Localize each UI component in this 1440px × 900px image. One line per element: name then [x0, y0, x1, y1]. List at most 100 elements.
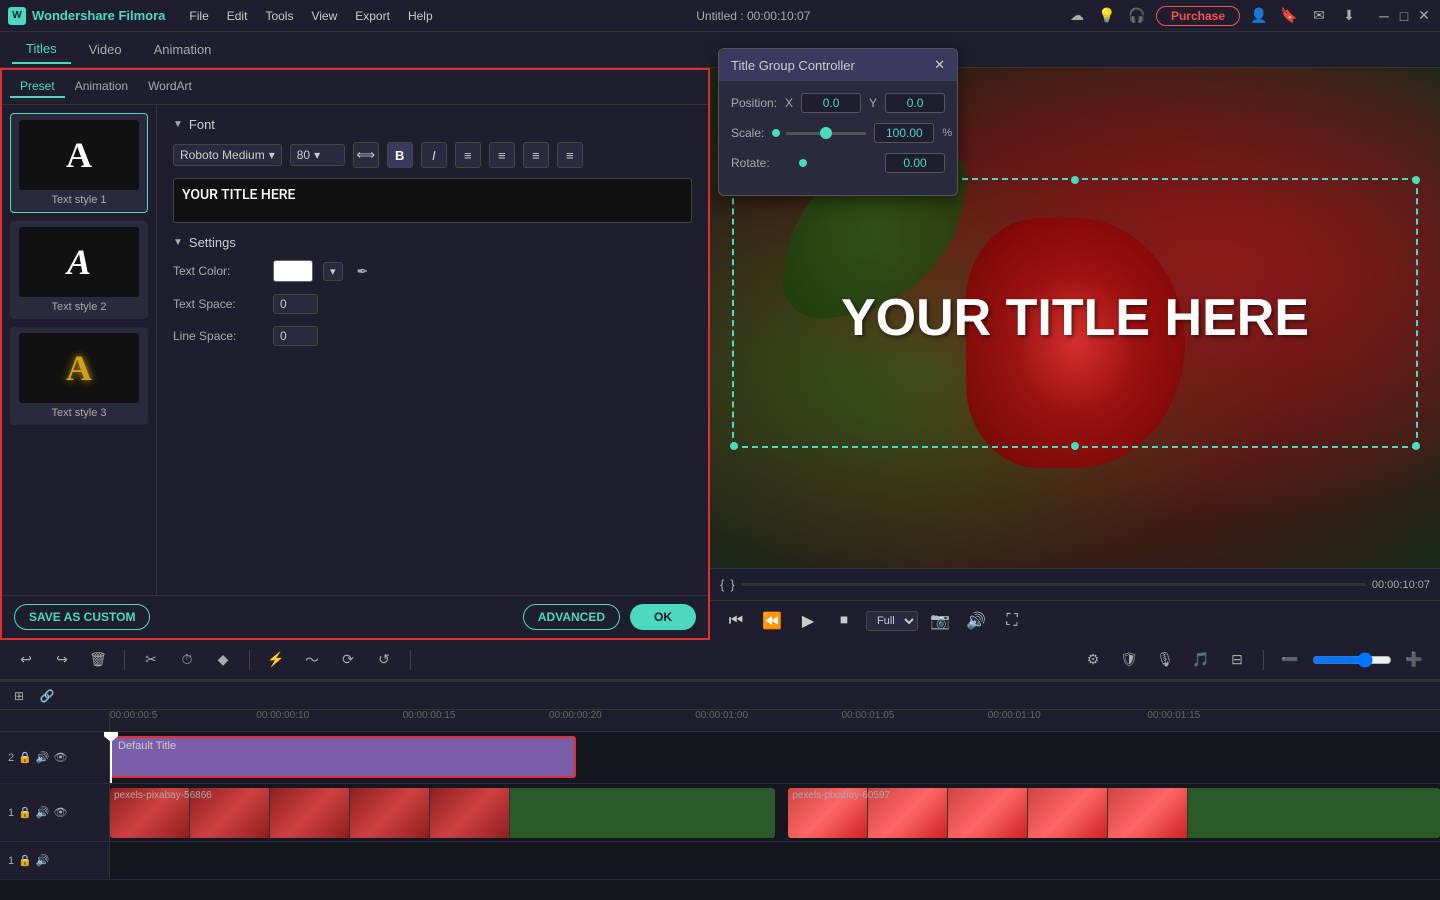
justify-button[interactable]: ≡	[557, 142, 583, 168]
bracket-right-icon[interactable]: }	[730, 577, 734, 592]
split-button[interactable]: ⚡	[262, 646, 290, 674]
headset-icon[interactable]: 🎧	[1126, 5, 1148, 27]
export-frame-button[interactable]: ⊟	[1223, 646, 1251, 674]
preset-tab-animation[interactable]: Animation	[65, 76, 138, 98]
menu-edit[interactable]: Edit	[219, 7, 256, 25]
font-size-selector[interactable]: 80 ▾	[290, 144, 345, 166]
menu-export[interactable]: Export	[347, 7, 398, 25]
bold-button[interactable]: B	[387, 142, 413, 168]
tgc-scale-input[interactable]	[874, 123, 934, 143]
menu-tools[interactable]: Tools	[257, 7, 301, 25]
step-back-button[interactable]: ⏪	[758, 607, 786, 635]
video-lock-icon[interactable]: 🔒	[18, 806, 32, 819]
settings-arrow-icon: ▼	[173, 237, 183, 248]
tgc-y-input[interactable]	[885, 93, 945, 113]
style-item-1[interactable]: A Text style 1	[10, 113, 148, 213]
align-left-button[interactable]: ≡	[455, 142, 481, 168]
mic-button[interactable]: 🎙	[1151, 646, 1179, 674]
bookmark-icon[interactable]: 🔖	[1278, 5, 1300, 27]
undo-button[interactable]: ↩	[12, 646, 40, 674]
color-dropdown[interactable]: ▾	[323, 262, 343, 281]
purchase-button[interactable]: Purchase	[1156, 6, 1240, 26]
screenshot-button[interactable]: 📷	[926, 607, 954, 635]
track-eye-icon[interactable]: 👁	[54, 751, 68, 764]
menu-view[interactable]: View	[303, 7, 345, 25]
mail-icon[interactable]: ✉	[1308, 5, 1330, 27]
settings-button[interactable]: ⚙	[1079, 646, 1107, 674]
audio-mute-icon[interactable]: 🔊	[36, 854, 50, 867]
eyedropper-icon[interactable]: ✒	[357, 263, 369, 280]
cloud-icon[interactable]: ☁	[1066, 5, 1088, 27]
zoom-slider[interactable]	[1312, 652, 1392, 668]
color-button[interactable]: ◆	[209, 646, 237, 674]
skip-back-button[interactable]: ⏮	[722, 607, 750, 635]
audio-lock-icon[interactable]: 🔒	[18, 854, 32, 867]
playhead[interactable]	[110, 732, 112, 783]
delete-button[interactable]: 🗑	[84, 646, 112, 674]
close-button[interactable]: ✕	[1416, 8, 1432, 24]
audio-track-button[interactable]: 🎵	[1187, 646, 1215, 674]
advanced-button[interactable]: ADVANCED	[523, 604, 620, 630]
text-color-swatch[interactable]	[273, 260, 313, 282]
title-clip[interactable]: Default Title	[110, 736, 576, 778]
timeline-add-icon[interactable]: ⊞	[8, 685, 30, 707]
font-spacing-button[interactable]: ⟺	[353, 142, 379, 168]
tgc-scale-slider[interactable]	[786, 132, 866, 135]
zoom-out-button[interactable]: ➖	[1276, 646, 1304, 674]
quality-selector[interactable]: Full	[866, 611, 918, 631]
font-section-header[interactable]: ▼ Font	[173, 117, 692, 132]
timeline-link-icon[interactable]: 🔗	[36, 685, 58, 707]
audio-button[interactable]: 🔊	[962, 607, 990, 635]
style-item-3[interactable]: A Text style 3	[10, 327, 148, 425]
download-icon[interactable]: ⬇	[1338, 5, 1360, 27]
user-icon[interactable]: 👤	[1248, 5, 1270, 27]
preview-title[interactable]: YOUR TITLE HERE	[841, 288, 1309, 348]
align-center-button[interactable]: ≡	[489, 142, 515, 168]
settings-section-header[interactable]: ▼ Settings	[173, 235, 692, 250]
cut-button[interactable]: ✂	[137, 646, 165, 674]
bulb-icon[interactable]: 💡	[1096, 5, 1118, 27]
line-space-input[interactable]	[273, 326, 318, 346]
text-input[interactable]: YOUR TITLE HERE	[173, 178, 692, 223]
preset-tab-preset[interactable]: Preset	[10, 76, 65, 98]
video-clip-2[interactable]: pexels-pixabay-60597	[788, 788, 1440, 838]
preview-timeline[interactable]	[741, 583, 1366, 586]
tgc-scale-dot[interactable]	[772, 129, 780, 137]
stop-button[interactable]: ⏹	[830, 607, 858, 635]
crop-button[interactable]: 〜	[298, 646, 326, 674]
maximize-button[interactable]: □	[1396, 8, 1412, 24]
tab-animation[interactable]: Animation	[140, 36, 226, 63]
align-right-button[interactable]: ≡	[523, 142, 549, 168]
tab-video[interactable]: Video	[75, 36, 136, 63]
title-track-icons: 🔒 🔊 👁	[18, 751, 67, 764]
bracket-left-icon[interactable]: {	[720, 577, 724, 592]
italic-button[interactable]: I	[421, 142, 447, 168]
tgc-rotate-input[interactable]	[885, 153, 945, 173]
play-button[interactable]: ▶	[794, 607, 822, 635]
tgc-x-input[interactable]	[801, 93, 861, 113]
video-eye-icon[interactable]: 👁	[54, 806, 68, 819]
redo-button[interactable]: ↪	[48, 646, 76, 674]
flip-button[interactable]: ↺	[370, 646, 398, 674]
text-space-input[interactable]	[273, 294, 318, 314]
track-lock-icon[interactable]: 🔒	[18, 751, 32, 764]
menu-help[interactable]: Help	[400, 7, 441, 25]
speed-button[interactable]: ⏱	[173, 646, 201, 674]
style-item-2[interactable]: A Text style 2	[10, 221, 148, 319]
track-mute-icon[interactable]: 🔊	[36, 751, 50, 764]
minimize-button[interactable]: ─	[1376, 8, 1392, 24]
preset-tab-wordart[interactable]: WordArt	[138, 76, 202, 98]
rotate-tool-button[interactable]: ⟳	[334, 646, 362, 674]
zoom-in-button[interactable]: ➕	[1400, 646, 1428, 674]
fullscreen-button[interactable]: ⛶	[998, 607, 1026, 635]
video-mute-icon[interactable]: 🔊	[36, 806, 50, 819]
font-selector[interactable]: Roboto Medium ▾	[173, 144, 282, 166]
tgc-close-button[interactable]: ✕	[934, 57, 945, 73]
save-custom-button[interactable]: SAVE AS CUSTOM	[14, 604, 150, 630]
shield-button[interactable]: 🛡	[1115, 646, 1143, 674]
ok-button[interactable]: OK	[630, 604, 696, 630]
video-clip-1[interactable]: pexels-pixabay-56866	[110, 788, 775, 838]
menu-file[interactable]: File	[181, 7, 216, 25]
tgc-rotate-dot[interactable]	[799, 159, 807, 167]
tab-titles[interactable]: Titles	[12, 35, 71, 64]
